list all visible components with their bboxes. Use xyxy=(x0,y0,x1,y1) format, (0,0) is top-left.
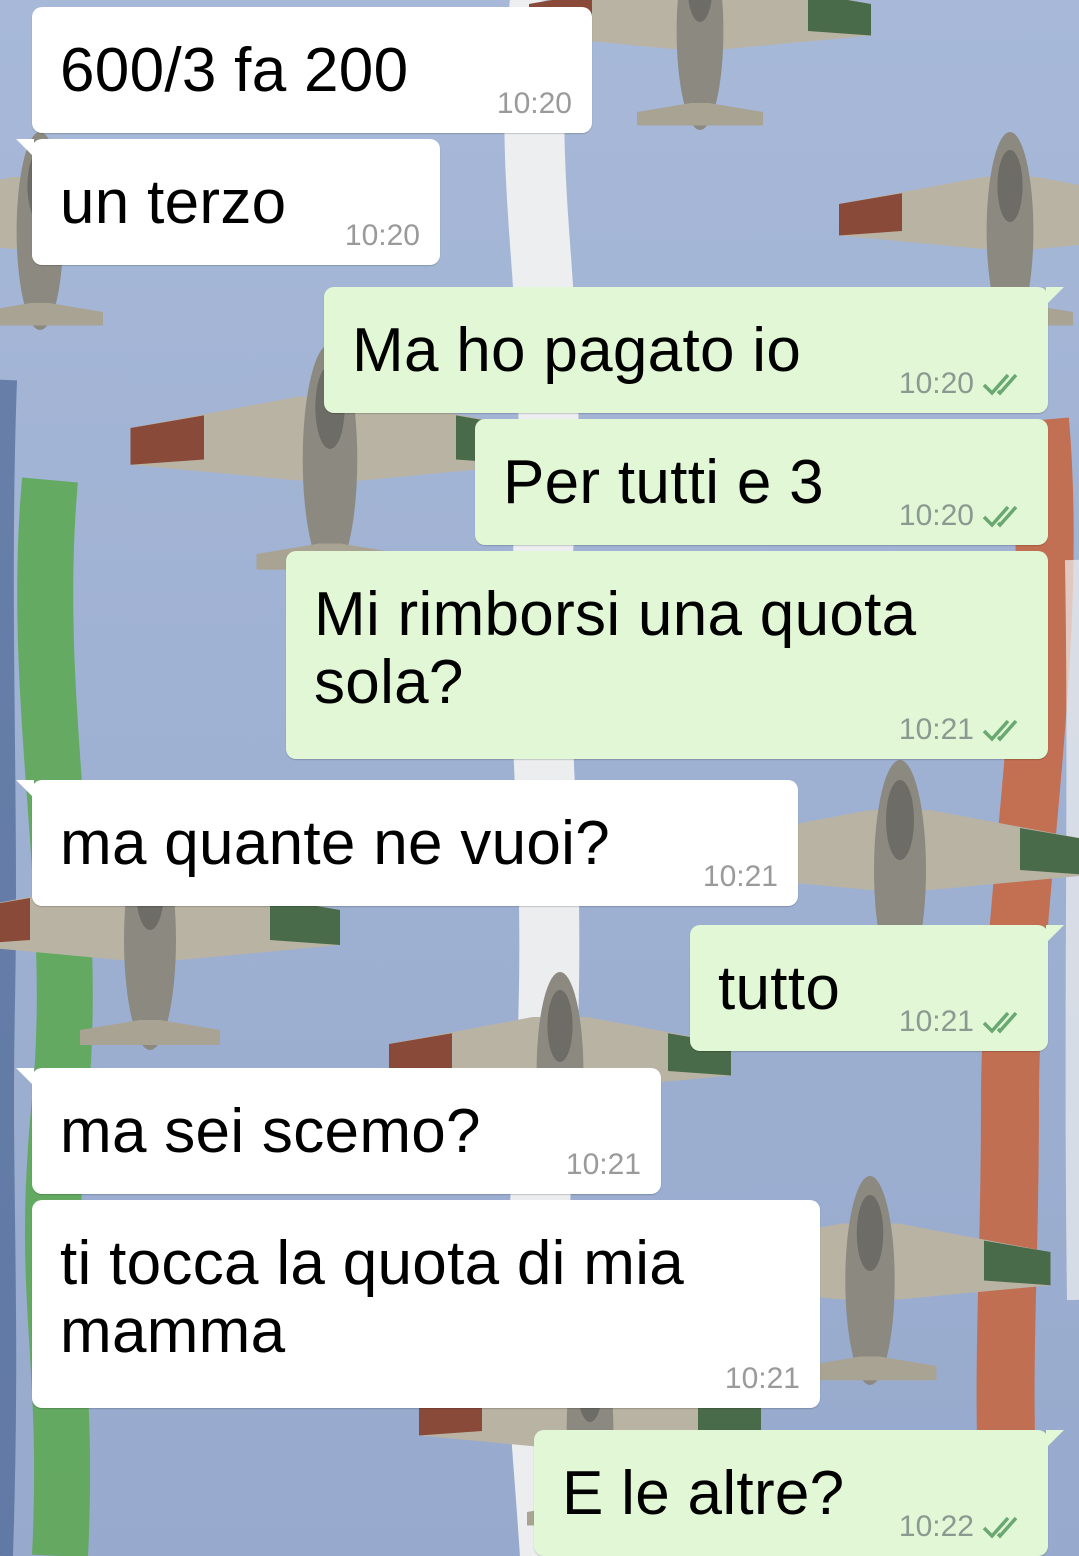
message-outgoing[interactable]: Ma ho pagato io 10:20 xyxy=(324,287,1064,413)
message-time: 10:21 xyxy=(702,860,778,893)
message-outgoing[interactable]: E le altre? 10:22 xyxy=(534,1430,1064,1556)
message-meta: 10:21 xyxy=(899,1005,1028,1039)
message-outgoing[interactable]: Mi rimborsi una quota sola? 10:21 xyxy=(286,551,1048,759)
message-text: ti tocca la quota di mia mamma xyxy=(60,1229,685,1366)
message-text: ma quante ne vuoi? xyxy=(60,809,611,878)
message-meta: 10:21 xyxy=(899,713,1028,747)
message-outgoing[interactable]: Per tutti e 3 10:20 xyxy=(475,419,1048,545)
message-time: 10:20 xyxy=(496,87,572,120)
message-incoming[interactable]: un terzo 10:20 xyxy=(16,139,440,265)
message-time: 10:22 xyxy=(898,1510,974,1543)
double-check-icon xyxy=(982,1011,1018,1034)
double-check-icon xyxy=(982,1516,1018,1539)
message-meta: 10:20 xyxy=(497,87,572,121)
message-time: 10:21 xyxy=(724,1362,800,1395)
message-meta: 10:22 xyxy=(899,1510,1028,1544)
message-time: 10:20 xyxy=(898,367,974,400)
message-time: 10:21 xyxy=(898,1005,974,1038)
message-outgoing[interactable]: tutto 10:21 xyxy=(690,925,1064,1051)
message-text: Mi rimborsi una quota sola? xyxy=(314,580,917,717)
message-meta: 10:20 xyxy=(345,219,420,253)
double-check-icon xyxy=(982,373,1018,396)
double-check-icon xyxy=(982,719,1018,742)
message-time: 10:21 xyxy=(898,713,974,746)
message-incoming[interactable]: ma sei scemo? 10:21 xyxy=(16,1068,661,1194)
message-incoming[interactable]: 600/3 fa 200 10:20 xyxy=(32,7,592,133)
message-meta: 10:20 xyxy=(899,499,1028,533)
message-meta: 10:21 xyxy=(703,860,778,894)
message-meta: 10:20 xyxy=(899,367,1028,401)
message-meta: 10:21 xyxy=(566,1148,641,1182)
message-time: 10:20 xyxy=(344,219,420,252)
message-time: 10:20 xyxy=(898,499,974,532)
double-check-icon xyxy=(982,505,1018,528)
conversation[interactable]: 600/3 fa 200 10:20 un terzo 10:20 Ma ho … xyxy=(0,0,1079,1556)
message-incoming[interactable]: ma quante ne vuoi? 10:21 xyxy=(16,780,798,906)
message-incoming[interactable]: ti tocca la quota di mia mamma 10:21 xyxy=(32,1200,820,1408)
message-time: 10:21 xyxy=(565,1148,641,1181)
message-meta: 10:21 xyxy=(725,1362,800,1396)
